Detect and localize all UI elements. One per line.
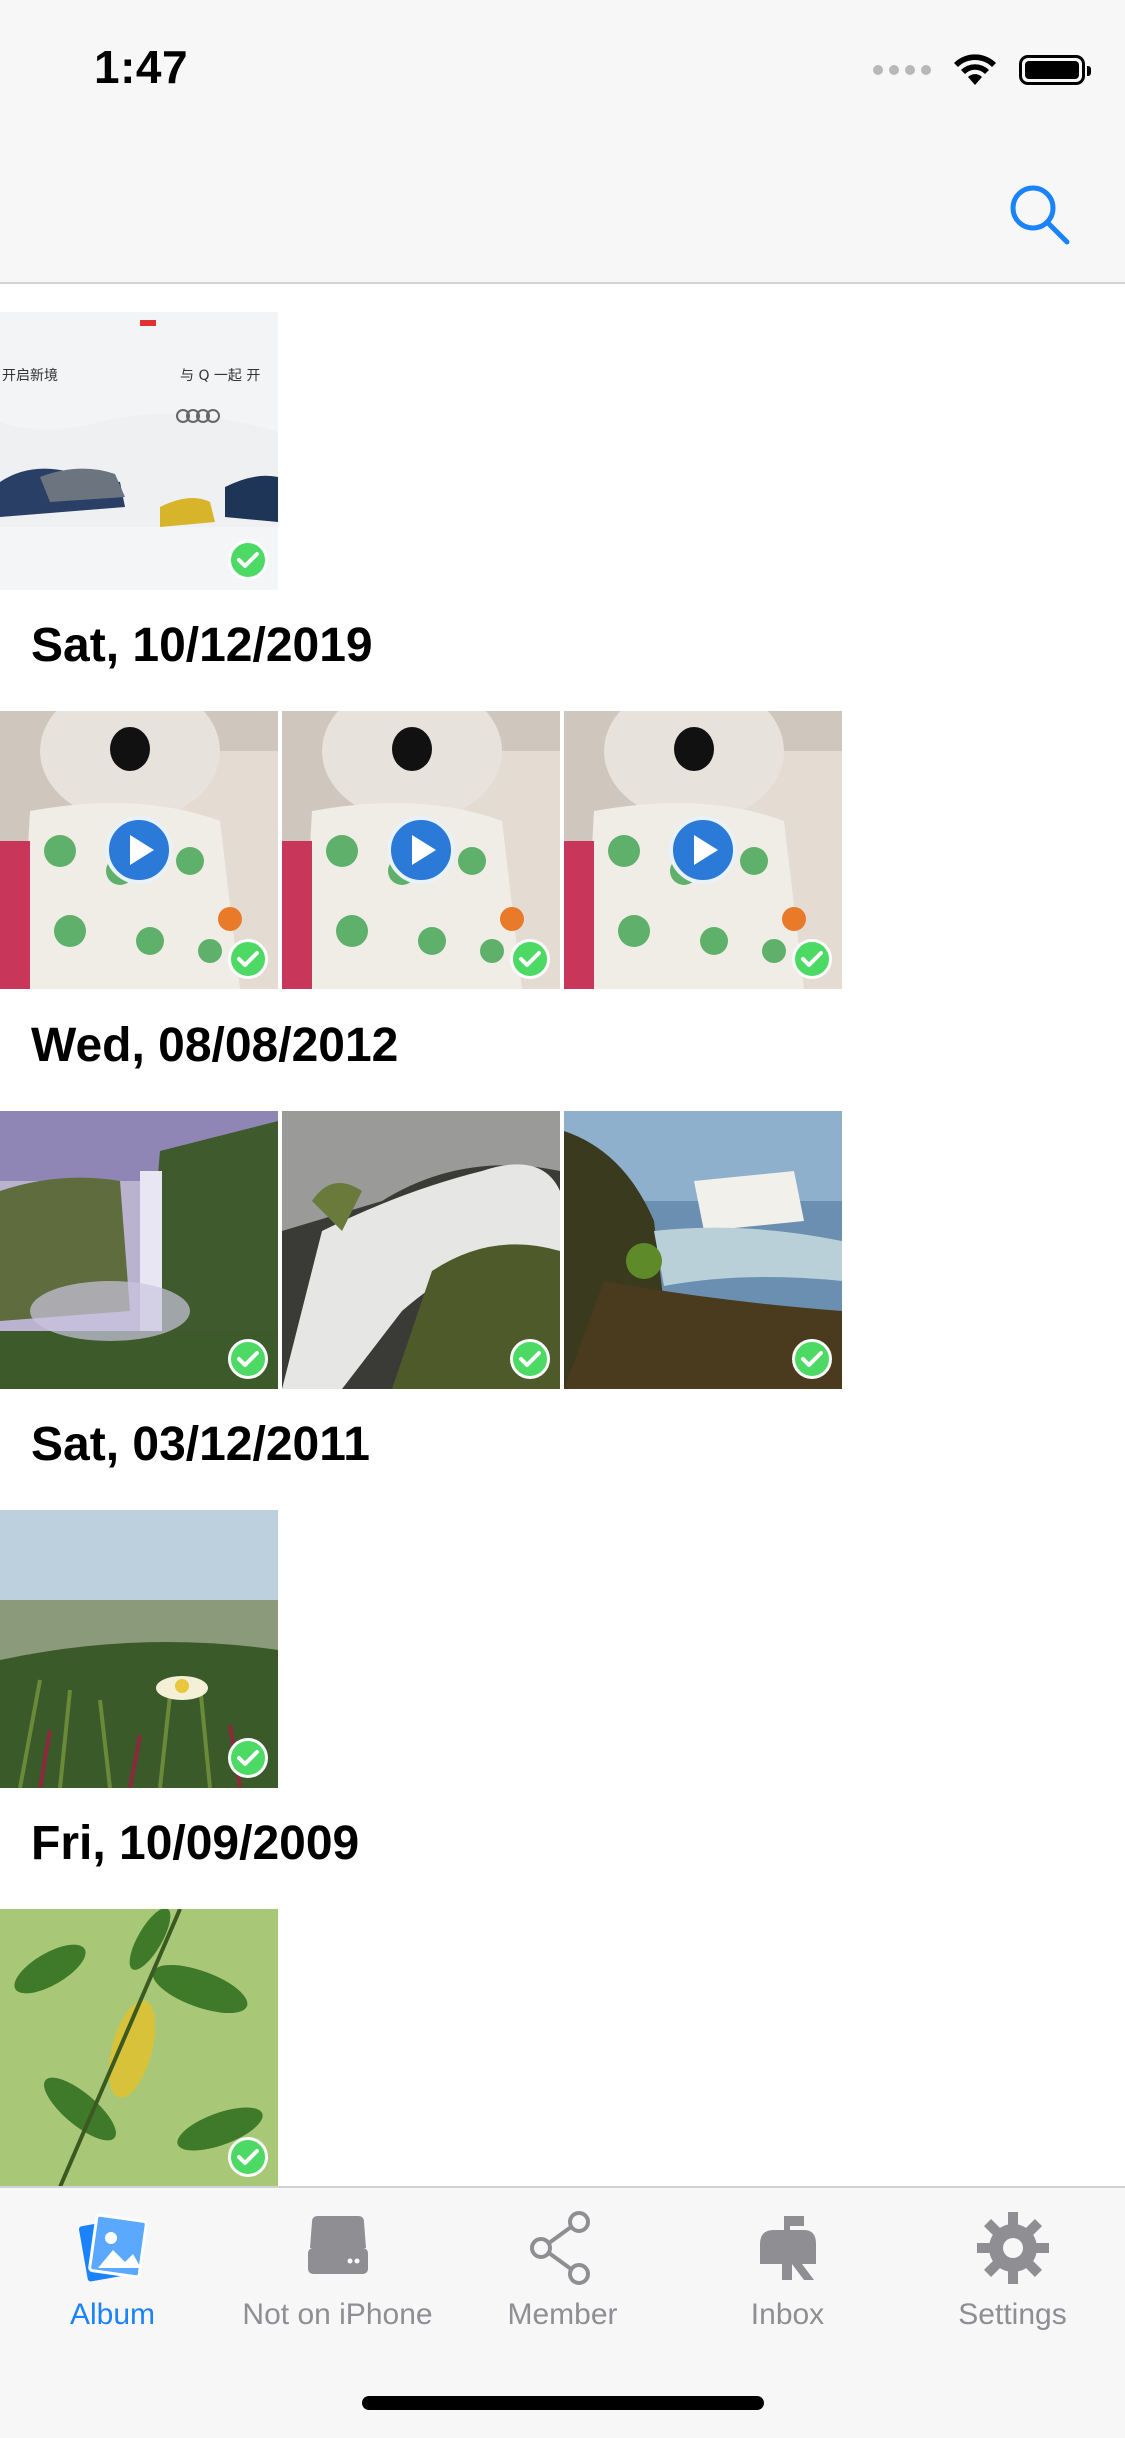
uploaded-check-icon: [792, 939, 832, 979]
tab-label: Settings: [958, 2298, 1067, 2331]
share-icon: [529, 2211, 590, 2285]
uploaded-check-icon: [510, 939, 550, 979]
status-time: 1:47: [94, 41, 189, 93]
play-icon[interactable]: [105, 816, 173, 884]
tab-label: Album: [69, 2298, 156, 2331]
video-thumbnail[interactable]: [282, 711, 560, 989]
video-thumbnail[interactable]: [0, 711, 278, 989]
uploaded-check-icon: [228, 2137, 268, 2177]
photo-thumbnail[interactable]: [0, 1510, 278, 1788]
uploaded-check-icon: [792, 1339, 832, 1379]
tab-label: Inbox: [750, 2298, 825, 2331]
photo-thumbnail[interactable]: [0, 1909, 278, 2187]
ad-text-right: 与 Q 一起 开: [180, 368, 260, 384]
tab-label: Not on iPhone: [242, 2298, 433, 2331]
album-icon: [78, 2213, 148, 2282]
section-date: Fri, 10/09/2009: [31, 1817, 360, 1870]
uploaded-check-icon: [228, 1738, 268, 1778]
wifi-icon: [954, 54, 996, 85]
search-icon[interactable]: [1005, 180, 1075, 250]
tab-member[interactable]: Member: [450, 2208, 675, 2348]
video-thumbnail[interactable]: [564, 711, 842, 989]
photo-thumbnail[interactable]: 开启新境 与 Q 一起 开: [0, 312, 278, 590]
tab-album[interactable]: Album: [0, 2208, 225, 2348]
tab-not-on-iphone[interactable]: Not on iPhone: [225, 2208, 450, 2348]
gear-icon: [976, 2212, 1049, 2284]
section-date: Sat, 03/12/2011: [31, 1418, 370, 1471]
section-date: Wed, 08/08/2012: [31, 1019, 399, 1072]
ad-text-left: 开启新境: [2, 368, 58, 384]
battery-icon: [1019, 55, 1091, 85]
uploaded-check-icon: [228, 939, 268, 979]
mailbox-icon: [759, 2216, 816, 2280]
drive-icon: [307, 2216, 368, 2274]
play-icon[interactable]: [669, 816, 737, 884]
uploaded-check-icon: [228, 1339, 268, 1379]
uploaded-check-icon: [510, 1339, 550, 1379]
photo-thumbnail[interactable]: [282, 1111, 560, 1389]
play-icon[interactable]: [387, 816, 455, 884]
tab-inbox[interactable]: Inbox: [675, 2208, 900, 2348]
photo-thumbnail[interactable]: [0, 1111, 278, 1389]
home-indicator[interactable]: [362, 2396, 764, 2410]
cellular-signal-icon: [873, 65, 931, 75]
status-icons: [873, 50, 1091, 90]
photo-thumbnail[interactable]: [564, 1111, 842, 1389]
tab-label: Member: [507, 2298, 618, 2331]
navigation-bar: 1:47: [0, 0, 1125, 284]
tab-settings[interactable]: Settings: [900, 2208, 1125, 2348]
uploaded-check-icon: [228, 540, 268, 580]
section-date: Sat, 10/12/2019: [31, 619, 373, 672]
